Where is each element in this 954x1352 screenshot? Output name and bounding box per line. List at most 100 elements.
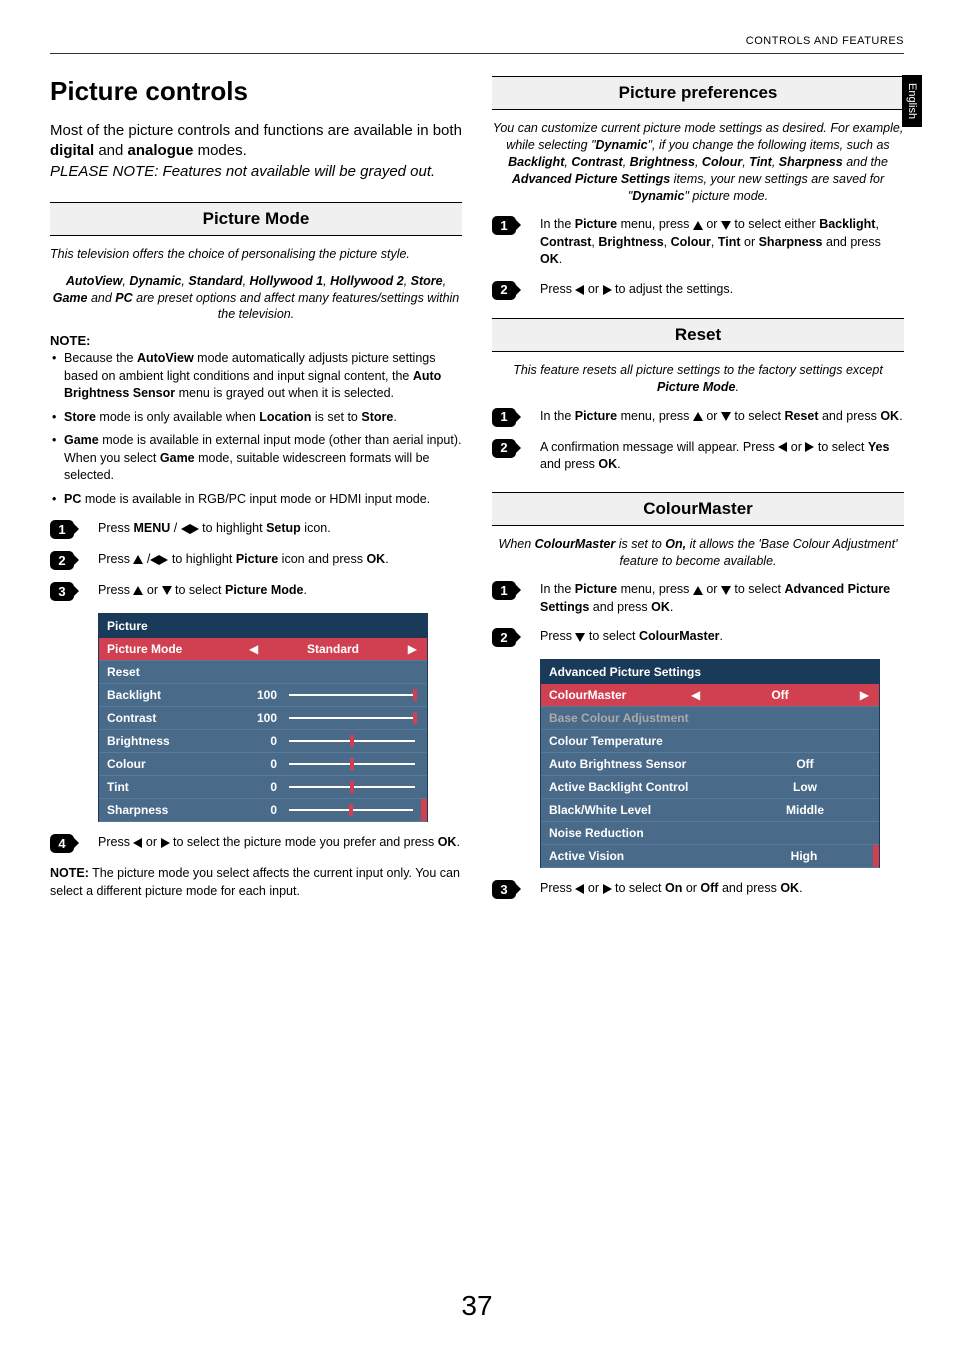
intro-part3: modes. bbox=[193, 142, 246, 159]
page-title: Picture controls bbox=[50, 76, 462, 107]
step-number-icon: 2 bbox=[492, 281, 516, 300]
intro-text: Most of the picture controls and functio… bbox=[50, 121, 462, 182]
step-text: A confirmation message will appear. Pres… bbox=[540, 439, 904, 474]
menu-value: Standard bbox=[260, 642, 406, 656]
menu-label: Noise Reduction bbox=[549, 826, 871, 840]
step-text: In the Picture menu, press or to select … bbox=[540, 581, 904, 616]
note-item: PC mode is available in RGB/PC input mod… bbox=[64, 491, 462, 509]
menu-row-noise[interactable]: Noise Reduction bbox=[541, 822, 879, 845]
right-column: Picture preferences You can customize cu… bbox=[492, 76, 904, 911]
menu-row-auto-brightness[interactable]: Auto Brightness Sensor Off bbox=[541, 753, 879, 776]
left-arrow-icon bbox=[778, 442, 787, 452]
reset-sub: This feature resets all picture settings… bbox=[492, 362, 904, 396]
menu-row-reset[interactable]: Reset bbox=[99, 661, 427, 684]
menu-row-tint[interactable]: Tint 0 bbox=[99, 776, 427, 799]
note-item: Store mode is only available when Locati… bbox=[64, 409, 462, 427]
notes-list: Because the AutoView mode automatically … bbox=[50, 350, 462, 508]
step-text: Press to select ColourMaster. bbox=[540, 628, 904, 646]
menu-label: Contrast bbox=[107, 711, 247, 725]
left-arrow-icon[interactable]: ◀ bbox=[689, 688, 702, 702]
menu-label: Colour bbox=[107, 757, 247, 771]
up-arrow-icon bbox=[133, 555, 143, 564]
left-arrow-icon bbox=[575, 884, 584, 894]
picture-menu: Picture Picture Mode ◀ Standard ▶ Reset … bbox=[98, 613, 428, 822]
menu-row-colour[interactable]: Colour 0 bbox=[99, 753, 427, 776]
menu-row-active-vision[interactable]: Active Vision High bbox=[541, 845, 879, 868]
step-number-icon: 2 bbox=[50, 551, 74, 570]
section-picture-mode: Picture Mode bbox=[50, 202, 462, 236]
menu-row-active-backlight[interactable]: Active Backlight Control Low bbox=[541, 776, 879, 799]
note-item: Because the AutoView mode automatically … bbox=[64, 350, 462, 403]
step-number-icon: 4 bbox=[50, 834, 74, 853]
menu-label: Brightness bbox=[107, 734, 247, 748]
menu-row-backlight[interactable]: Backlight 100 bbox=[99, 684, 427, 707]
step-number-icon: 1 bbox=[492, 408, 516, 427]
menu-value: Low bbox=[739, 780, 871, 794]
step-text: Press or to adjust the settings. bbox=[540, 281, 904, 299]
intro-part1: Most of the picture controls and functio… bbox=[50, 122, 462, 139]
menu-value: 100 bbox=[247, 711, 277, 725]
cm-step-3: 3 Press or to select On or Off and press… bbox=[492, 880, 904, 899]
slider[interactable] bbox=[289, 740, 415, 742]
scroll-down-icon[interactable] bbox=[421, 799, 427, 821]
intro-note: PLEASE NOTE: Features not available will… bbox=[50, 163, 435, 180]
step-number-icon: 2 bbox=[492, 628, 516, 647]
right-arrow-icon bbox=[159, 555, 168, 565]
down-arrow-icon bbox=[721, 412, 731, 421]
menu-label: Auto Brightness Sensor bbox=[549, 757, 739, 771]
slider-thumb bbox=[350, 758, 354, 770]
menu-label: ColourMaster bbox=[549, 688, 689, 702]
step-4: 4 Press or to select the picture mode yo… bbox=[50, 834, 462, 853]
menu-row-brightness[interactable]: Brightness 0 bbox=[99, 730, 427, 753]
section-preferences: Picture preferences bbox=[492, 76, 904, 110]
slider[interactable] bbox=[289, 809, 413, 811]
menu-label: Active Vision bbox=[549, 849, 739, 863]
step-number-icon: 1 bbox=[492, 216, 516, 235]
menu-label: Picture Mode bbox=[107, 642, 247, 656]
reset-step-1: 1 In the Picture menu, press or to selec… bbox=[492, 408, 904, 427]
left-arrow-icon bbox=[181, 524, 190, 534]
right-arrow-icon[interactable]: ▶ bbox=[858, 688, 871, 702]
intro-bold2: analogue bbox=[128, 142, 194, 159]
menu-label: Sharpness bbox=[107, 803, 247, 817]
step-text: Press / to highlight Picture icon and pr… bbox=[98, 551, 462, 569]
down-arrow-icon bbox=[721, 586, 731, 595]
menu-row-contrast[interactable]: Contrast 100 bbox=[99, 707, 427, 730]
menu-row-sharpness[interactable]: Sharpness 0 bbox=[99, 799, 427, 822]
pref-step-1: 1 In the Picture menu, press or to selec… bbox=[492, 216, 904, 269]
menu-value: 0 bbox=[247, 803, 277, 817]
left-arrow-icon[interactable]: ◀ bbox=[247, 642, 260, 656]
menu-label: Colour Temperature bbox=[549, 734, 871, 748]
menu-row-picture-mode[interactable]: Picture Mode ◀ Standard ▶ bbox=[99, 638, 427, 661]
menu-row-colourmaster[interactable]: ColourMaster ◀ Off ▶ bbox=[541, 684, 879, 707]
bottom-note: NOTE: The picture mode you select affect… bbox=[50, 865, 462, 900]
header-divider bbox=[50, 53, 904, 54]
scroll-down-icon[interactable] bbox=[873, 845, 879, 867]
up-arrow-icon bbox=[693, 586, 703, 595]
step-number-icon: 1 bbox=[50, 520, 74, 539]
slider[interactable] bbox=[289, 786, 415, 788]
menu-row-bw-level[interactable]: Black/White Level Middle bbox=[541, 799, 879, 822]
slider[interactable] bbox=[289, 763, 415, 765]
down-arrow-icon bbox=[575, 633, 585, 642]
preferences-sub: You can customize current picture mode s… bbox=[492, 120, 904, 204]
page-number: 37 bbox=[0, 1290, 954, 1322]
note-item: Game mode is available in external input… bbox=[64, 432, 462, 485]
right-arrow-icon bbox=[603, 884, 612, 894]
menu-row-colour-temp[interactable]: Colour Temperature bbox=[541, 730, 879, 753]
right-arrow-icon[interactable]: ▶ bbox=[406, 642, 419, 656]
section-sub: This television offers the choice of per… bbox=[50, 246, 462, 263]
cm-step-2: 2 Press to select ColourMaster. bbox=[492, 628, 904, 647]
step-3: 3 Press or to select Picture Mode. bbox=[50, 582, 462, 601]
menu-value: 0 bbox=[247, 734, 277, 748]
step-number-icon: 3 bbox=[50, 582, 74, 601]
menu-value: High bbox=[739, 849, 869, 863]
slider[interactable] bbox=[289, 717, 415, 719]
section-reset: Reset bbox=[492, 318, 904, 352]
note-label: NOTE: bbox=[50, 333, 462, 348]
slider[interactable] bbox=[289, 694, 415, 696]
intro-part2: and bbox=[94, 142, 127, 159]
menu-title: Picture bbox=[99, 614, 427, 638]
step-number-icon: 2 bbox=[492, 439, 516, 458]
colourmaster-sub: When ColourMaster is set to On, it allow… bbox=[492, 536, 904, 570]
